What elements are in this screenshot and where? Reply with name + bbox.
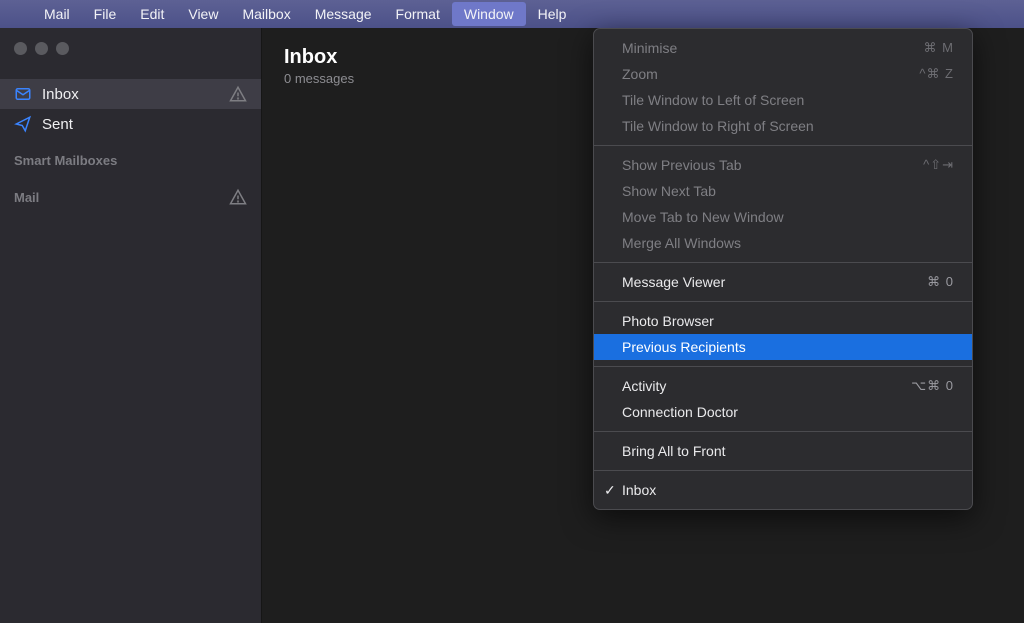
- sidebar-heading-smart[interactable]: Smart Mailboxes: [0, 139, 261, 174]
- menu-separator: [594, 262, 972, 263]
- menu-item-label: Inbox: [622, 482, 656, 498]
- menu-item-label: Tile Window to Left of Screen: [622, 92, 804, 108]
- shortcut-label: ^⇧⇥: [923, 157, 954, 173]
- menu-view[interactable]: View: [176, 2, 230, 26]
- menu-item-tile-right[interactable]: Tile Window to Right of Screen: [594, 113, 972, 139]
- menu-separator: [594, 366, 972, 367]
- menu-mail[interactable]: Mail: [32, 2, 82, 26]
- traffic-zoom-icon[interactable]: [56, 42, 69, 55]
- menu-separator: [594, 431, 972, 432]
- menu-item-window-inbox[interactable]: ✓ Inbox: [594, 477, 972, 503]
- menu-item-label: Previous Recipients: [622, 339, 746, 355]
- menu-item-merge-windows[interactable]: Merge All Windows: [594, 230, 972, 256]
- shortcut-label: ⌥⌘ 0: [911, 378, 954, 394]
- menu-item-label: Activity: [622, 378, 666, 394]
- menubar: Mail File Edit View Mailbox Message Form…: [0, 0, 1024, 28]
- sent-icon: [14, 115, 32, 133]
- menu-item-next-tab[interactable]: Show Next Tab: [594, 178, 972, 204]
- menu-item-label: Photo Browser: [622, 313, 714, 329]
- menu-format[interactable]: Format: [384, 2, 452, 26]
- menu-help[interactable]: Help: [526, 2, 579, 26]
- menu-item-minimise[interactable]: Minimise ⌘ M: [594, 35, 972, 61]
- menu-item-connection-doctor[interactable]: Connection Doctor: [594, 399, 972, 425]
- menu-separator: [594, 145, 972, 146]
- menu-item-label: Show Next Tab: [622, 183, 716, 199]
- menu-item-label: Bring All to Front: [622, 443, 726, 459]
- sidebar-heading-label: Mail: [14, 190, 39, 205]
- shortcut-label: ⌘ 0: [927, 274, 954, 290]
- sidebar-item-inbox[interactable]: Inbox: [0, 79, 261, 109]
- menu-item-label: Move Tab to New Window: [622, 209, 784, 225]
- menu-item-label: Merge All Windows: [622, 235, 741, 251]
- shortcut-label: ^⌘ Z: [919, 66, 954, 82]
- menu-window[interactable]: Window: [452, 2, 526, 26]
- menu-item-label: Minimise: [622, 40, 677, 56]
- menu-item-bring-all-to-front[interactable]: Bring All to Front: [594, 438, 972, 464]
- menu-edit[interactable]: Edit: [128, 2, 176, 26]
- traffic-minimize-icon[interactable]: [35, 42, 48, 55]
- menu-file[interactable]: File: [82, 2, 129, 26]
- sidebar-item-label: Sent: [42, 116, 73, 133]
- warning-icon: [229, 85, 247, 103]
- menu-item-label: Show Previous Tab: [622, 157, 742, 173]
- menu-item-label: Connection Doctor: [622, 404, 738, 420]
- checkmark-icon: ✓: [604, 482, 616, 499]
- menu-item-activity[interactable]: Activity ⌥⌘ 0: [594, 373, 972, 399]
- menu-item-previous-recipients[interactable]: Previous Recipients: [594, 334, 972, 360]
- shortcut-label: ⌘ M: [924, 40, 954, 56]
- menu-item-move-tab[interactable]: Move Tab to New Window: [594, 204, 972, 230]
- menu-separator: [594, 470, 972, 471]
- menu-item-photo-browser[interactable]: Photo Browser: [594, 308, 972, 334]
- menu-item-zoom[interactable]: Zoom ^⌘ Z: [594, 61, 972, 87]
- traffic-close-icon[interactable]: [14, 42, 27, 55]
- menu-mailbox[interactable]: Mailbox: [230, 2, 302, 26]
- menu-item-tile-left[interactable]: Tile Window to Left of Screen: [594, 87, 972, 113]
- window-traffic-lights[interactable]: [0, 42, 261, 55]
- menu-item-label: Tile Window to Right of Screen: [622, 118, 814, 134]
- menu-item-label: Zoom: [622, 66, 658, 82]
- sidebar: Inbox Sent Smart Mailboxes Mail: [0, 28, 262, 623]
- sidebar-item-sent[interactable]: Sent: [0, 109, 261, 139]
- menu-item-label: Message Viewer: [622, 274, 725, 290]
- menu-separator: [594, 301, 972, 302]
- sidebar-item-label: Inbox: [42, 86, 79, 103]
- menu-message[interactable]: Message: [303, 2, 384, 26]
- menu-item-message-viewer[interactable]: Message Viewer ⌘ 0: [594, 269, 972, 295]
- inbox-icon: [14, 85, 32, 103]
- window-menu-dropdown: Minimise ⌘ M Zoom ^⌘ Z Tile Window to Le…: [593, 28, 973, 510]
- menu-item-prev-tab[interactable]: Show Previous Tab ^⇧⇥: [594, 152, 972, 178]
- sidebar-heading-mail[interactable]: Mail: [0, 174, 261, 212]
- warning-icon: [229, 188, 247, 206]
